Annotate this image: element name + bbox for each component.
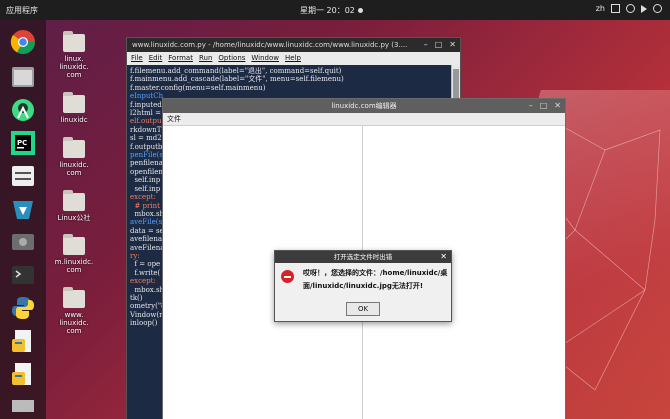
show-apps-icon[interactable] xyxy=(9,392,37,419)
menu-window[interactable]: Window xyxy=(251,52,279,65)
code-line: f.mainmenu.add_cascade(label="文件", menu=… xyxy=(130,75,344,84)
python-doc-icon[interactable] xyxy=(9,327,37,355)
terminal-icon[interactable] xyxy=(9,261,37,289)
desktop-icon-label: linux. linuxidc. com xyxy=(59,55,89,79)
folder-icon xyxy=(63,190,85,211)
editor-title-bar[interactable]: linuxidc.com编辑器 – □ ✕ xyxy=(163,99,565,113)
notification-dot-icon xyxy=(357,8,363,13)
idle-title-bar[interactable]: www.linuxidc.com.py - /home/linuxidc/www… xyxy=(127,38,460,52)
volume-icon xyxy=(641,4,647,13)
close-icon[interactable]: ✕ xyxy=(554,99,561,113)
folder-icon xyxy=(63,137,85,158)
desktop-folder-linuxidc[interactable]: linuxidc xyxy=(47,92,101,124)
svg-text:PC: PC xyxy=(17,139,27,147)
minimize-icon[interactable]: – xyxy=(529,99,533,113)
settings-icon[interactable] xyxy=(9,162,37,190)
ok-button[interactable]: OK xyxy=(346,302,380,316)
pycharm-icon[interactable]: PC xyxy=(9,129,37,157)
software-icon[interactable] xyxy=(9,195,37,223)
folder-icon xyxy=(63,31,85,52)
maximize-icon[interactable]: □ xyxy=(540,99,548,113)
desktop-icon-label: m.linuxidc. com xyxy=(54,258,94,274)
dialog-message: 哎呀！，您选择的文件：/home/linuxidc/桌面/linuxidc/li… xyxy=(303,269,448,290)
desktop-folder-linux-gongshe[interactable]: Linux公社 xyxy=(47,190,101,222)
applications-menu[interactable]: 应用程序 xyxy=(6,5,38,16)
android-studio-icon[interactable] xyxy=(9,96,37,124)
menu-help[interactable]: Help xyxy=(285,52,301,65)
editor-menu-bar: 文件 xyxy=(163,113,565,126)
system-tray[interactable]: zh xyxy=(596,4,662,13)
menu-format[interactable]: Format xyxy=(168,52,193,65)
chrome-icon[interactable] xyxy=(9,28,37,56)
folder-icon xyxy=(63,287,85,308)
error-dialog[interactable]: 打开选定文件时出错 ✕ 哎呀！，您选择的文件：/home/linuxidc/桌面… xyxy=(274,250,452,322)
menu-run[interactable]: Run xyxy=(199,52,212,65)
desktop-icon-label: linuxidc. com xyxy=(59,161,89,177)
python-doc-icon-2[interactable] xyxy=(9,360,37,388)
desktop-icon-label: linuxidc xyxy=(60,116,88,124)
menu-edit[interactable]: Edit xyxy=(149,52,163,65)
menu-options[interactable]: Options xyxy=(218,52,245,65)
minimize-icon[interactable]: – xyxy=(424,38,428,52)
scrollbar-thumb[interactable] xyxy=(453,69,459,99)
close-icon[interactable]: ✕ xyxy=(449,38,456,52)
idle-menu-bar: File Edit Format Run Options Window Help xyxy=(127,52,460,65)
menu-file[interactable]: 文件 xyxy=(167,115,181,123)
desktop-folder-linux-linuxidc-com[interactable]: linux. linuxidc. com xyxy=(47,31,101,79)
dialog-title-bar: 打开选定文件时出错 ✕ xyxy=(275,251,451,263)
desktop-folder-m-linuxidc-com[interactable]: m.linuxidc. com xyxy=(47,234,101,274)
error-icon xyxy=(281,270,294,283)
dialog-title: 打开选定文件时出错 xyxy=(333,253,393,261)
power-icon xyxy=(653,4,662,13)
python-icon[interactable] xyxy=(9,294,37,322)
clock[interactable]: 星期一 20：02 xyxy=(300,5,363,16)
folder-icon xyxy=(63,92,85,113)
drive-icon[interactable] xyxy=(9,228,37,256)
folder-icon xyxy=(63,234,85,255)
top-panel: 应用程序 星期一 20：02 zh xyxy=(0,0,670,20)
idle-window-title: www.linuxidc.com.py - /home/linuxidc/www… xyxy=(132,41,408,49)
files-icon[interactable] xyxy=(9,63,37,91)
maximize-icon[interactable]: □ xyxy=(435,38,443,52)
dock: PC xyxy=(0,20,46,419)
screen-icon xyxy=(611,4,620,13)
desktop-icon-label: www. linuxidc. com xyxy=(59,311,89,335)
desktop-folder-www-linuxidc-com[interactable]: www. linuxidc. com xyxy=(47,287,101,335)
input-language-indicator[interactable]: zh xyxy=(596,4,605,13)
desktop-icon-label: Linux公社 xyxy=(57,214,91,222)
desktop-folder-linuxidc-com[interactable]: linuxidc. com xyxy=(47,137,101,177)
menu-file[interactable]: File xyxy=(131,52,143,65)
close-icon[interactable]: ✕ xyxy=(440,251,447,263)
code-line: f.master.config(menu=self.mainmenu) xyxy=(130,83,266,92)
network-icon xyxy=(626,4,635,13)
editor-window-title: linuxidc.com编辑器 xyxy=(331,102,397,110)
